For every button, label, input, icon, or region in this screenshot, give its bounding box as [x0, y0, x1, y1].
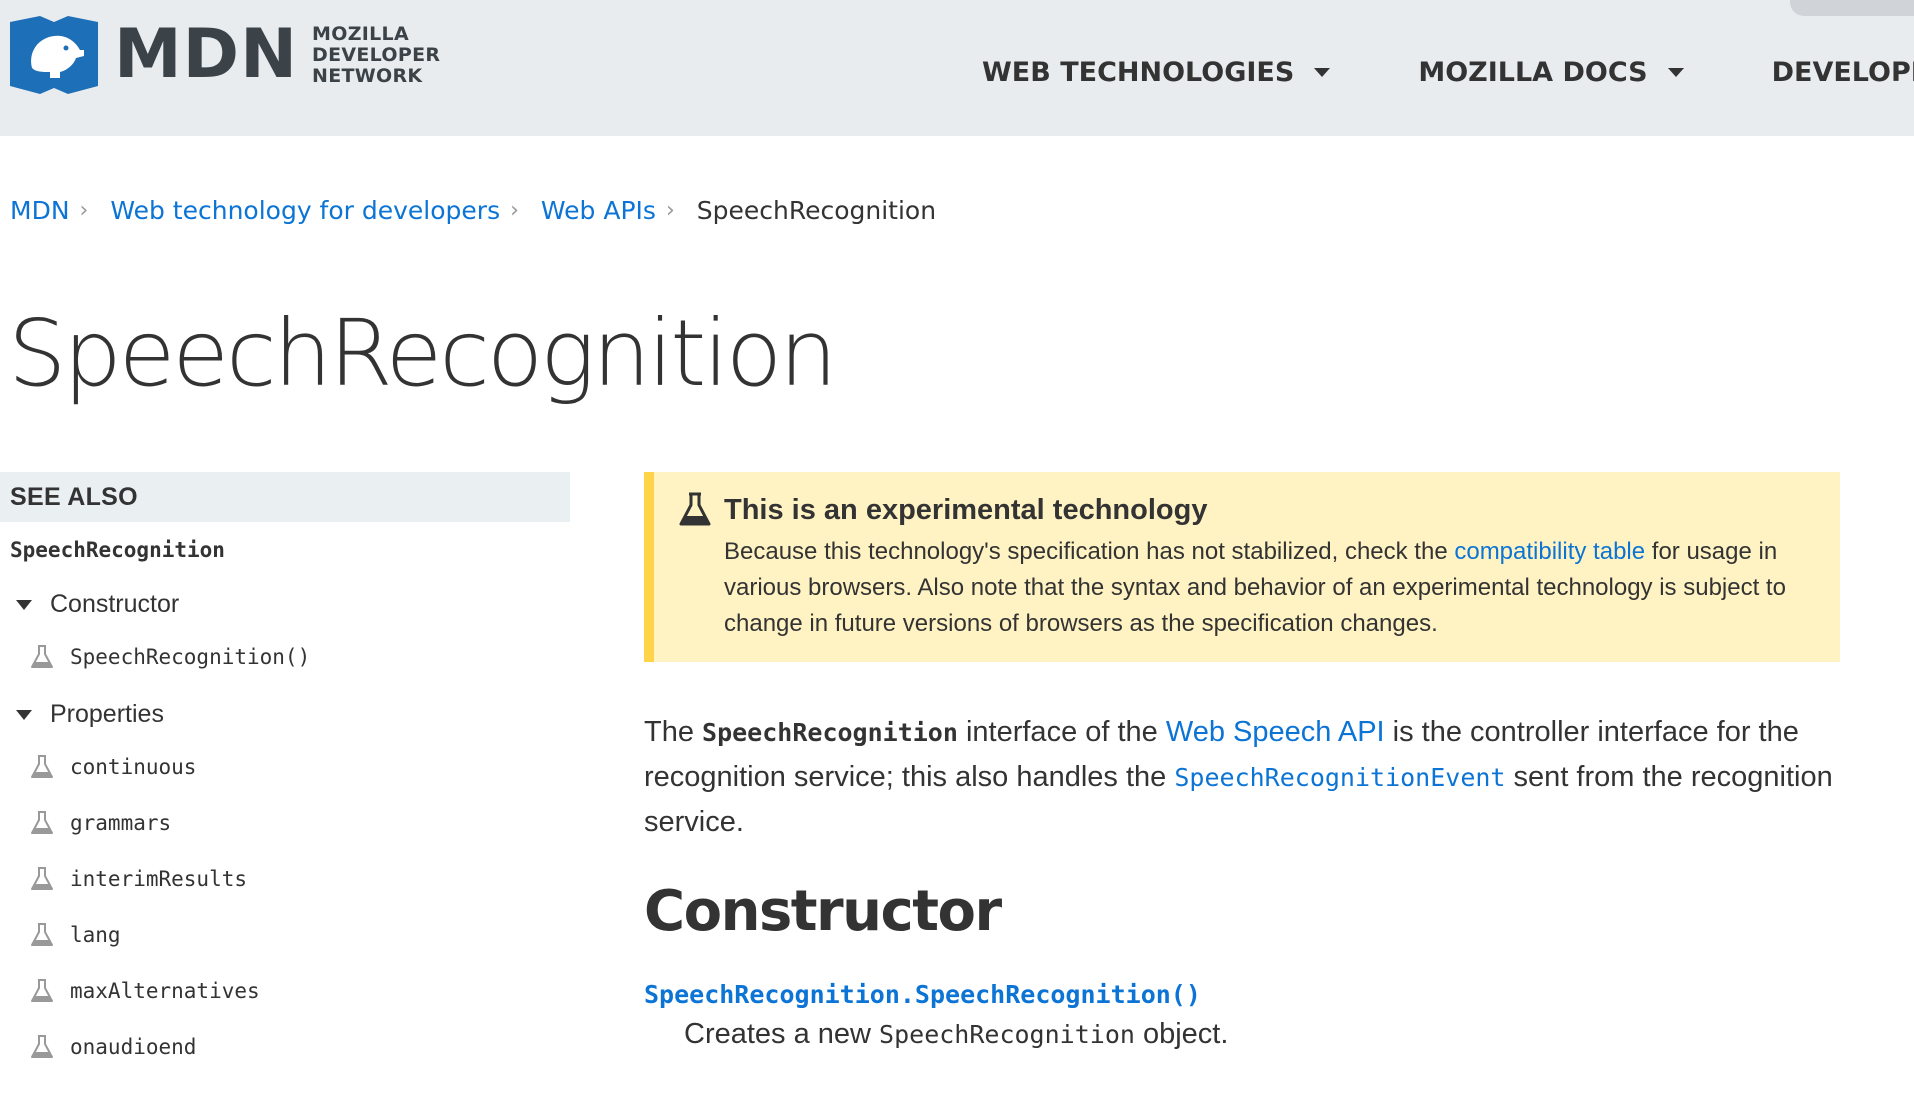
sidebar-item-label: grammars	[70, 811, 172, 835]
mdn-logo[interactable]: MDN MOZILLA DEVELOPER NETWORK	[10, 16, 440, 94]
sidebar-item-label: maxAlternatives	[70, 979, 260, 1003]
breadcrumb-link-web-apis[interactable]: Web APIs	[541, 196, 656, 225]
sidebar-item-onaudioend[interactable]: onaudioend	[30, 1034, 196, 1060]
chevron-right-icon: ›	[79, 198, 89, 223]
breadcrumb-link-mdn[interactable]: MDN	[10, 196, 70, 225]
sidebar-item-interimresults[interactable]: interimResults	[30, 866, 247, 892]
sidebar-item-grammars[interactable]: grammars	[30, 810, 171, 836]
sidebar-item-speechrecognition-ctor[interactable]: SpeechRecognition()	[30, 644, 310, 670]
constructor-description: Creates a new SpeechRecognition object.	[684, 1018, 1228, 1051]
nav-mozilla-docs-label: MOZILLA DOCS	[1418, 57, 1648, 88]
intro-code-name: SpeechRecognition	[702, 718, 958, 747]
search-tab[interactable]	[1790, 0, 1914, 16]
mdn-dino-logo-icon	[10, 16, 98, 94]
nav-developer-tools[interactable]: DEVELOPER TO	[1772, 57, 1914, 88]
breadcrumb: MDN › Web technology for developers › We…	[10, 196, 936, 225]
main-nav: WEB TECHNOLOGIES MOZILLA DOCS DEVELOPER …	[982, 57, 1914, 88]
sidebar-heading-label: SEE ALSO	[10, 482, 138, 511]
experimental-notice: This is an experimental technology Becau…	[644, 472, 1840, 662]
sidebar-item-continuous[interactable]: continuous	[30, 754, 196, 780]
flask-icon	[31, 923, 53, 946]
chevron-down-icon	[1314, 68, 1331, 77]
web-speech-api-link[interactable]: Web Speech API	[1166, 716, 1385, 748]
notice-body: Because this technology's specification …	[724, 534, 1824, 642]
nav-developer-tools-label: DEVELOPER TO	[1771, 57, 1914, 88]
triangle-down-icon	[16, 709, 32, 720]
sidebar-item-label: continuous	[70, 755, 197, 779]
sidebar-item-maxalternatives[interactable]: maxAlternatives	[30, 978, 260, 1004]
intro-text-1: The	[644, 716, 703, 748]
flask-icon	[679, 492, 711, 526]
logo-mdn-text: MDN	[114, 15, 299, 94]
logo-line-3: NETWORK	[312, 64, 423, 87]
sidebar-group-label: Constructor	[50, 590, 180, 618]
triangle-down-icon	[16, 599, 32, 610]
nav-web-technologies-label: WEB TECHNOLOGIES	[982, 57, 1295, 88]
flask-icon	[31, 979, 53, 1002]
breadcrumb-current: SpeechRecognition	[696, 196, 937, 225]
logo-line-1: MOZILLA	[312, 22, 409, 45]
site-header: MDN MOZILLA DEVELOPER NETWORK WEB TECHNO…	[0, 0, 1914, 136]
nav-web-technologies[interactable]: WEB TECHNOLOGIES	[982, 57, 1331, 88]
sidebar-item-label: SpeechRecognition()	[70, 645, 311, 669]
sidebar-main-link[interactable]: SpeechRecognition	[10, 538, 225, 562]
chevron-right-icon: ›	[665, 198, 675, 223]
notice-title: This is an experimental technology	[724, 494, 1208, 526]
breadcrumb-link-web-technology[interactable]: Web technology for developers	[110, 196, 500, 225]
sidebar-group-label: Properties	[50, 700, 164, 728]
notice-text-1: Because this technology's specification …	[724, 538, 1455, 565]
sidebar-item-label: lang	[70, 923, 121, 947]
sidebar-heading: SEE ALSO	[0, 472, 570, 522]
constructor-link[interactable]: SpeechRecognition.SpeechRecognition()	[644, 980, 1201, 1009]
nav-mozilla-docs[interactable]: MOZILLA DOCS	[1418, 57, 1684, 88]
ctor-desc-code: SpeechRecognition	[879, 1020, 1135, 1049]
sidebar-item-label: interimResults	[70, 867, 248, 891]
flask-icon	[31, 1035, 53, 1058]
constructor-heading: Constructor	[644, 879, 1002, 944]
compatibility-table-link[interactable]: compatibility table	[1454, 538, 1645, 565]
speechrecognitionevent-link[interactable]: SpeechRecognitionEvent	[1174, 763, 1505, 792]
flask-icon	[31, 811, 53, 834]
intro-text-2: interface of the	[957, 716, 1166, 748]
flask-icon	[31, 867, 53, 890]
intro-paragraph: The SpeechRecognition interface of the W…	[644, 710, 1844, 844]
chevron-down-icon	[1667, 68, 1684, 77]
chevron-right-icon: ›	[510, 198, 519, 223]
logo-line-2: DEVELOPER	[312, 43, 441, 66]
logo-tagline: MOZILLA DEVELOPER NETWORK	[312, 22, 441, 87]
ctor-desc-text-2: object.	[1134, 1018, 1229, 1050]
flask-icon	[31, 645, 53, 668]
sidebar-item-lang[interactable]: lang	[30, 922, 121, 948]
flask-icon	[31, 755, 53, 778]
sidebar-item-label: onaudioend	[70, 1035, 197, 1059]
sidebar-group-constructor[interactable]: Constructor	[16, 590, 179, 619]
ctor-desc-text-1: Creates a new	[684, 1018, 880, 1050]
sidebar-group-properties[interactable]: Properties	[16, 700, 164, 729]
page-title: SpeechRecognition	[8, 300, 837, 407]
